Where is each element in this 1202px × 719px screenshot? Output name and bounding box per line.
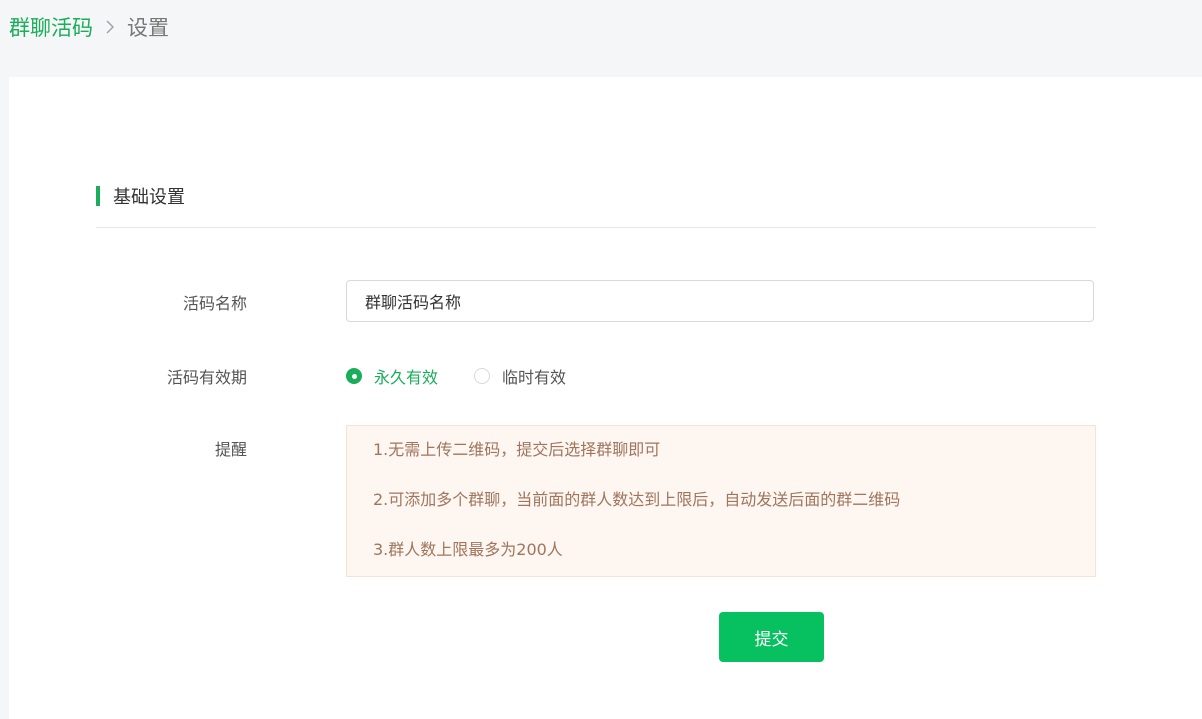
- radio-temporary-label: 临时有效: [502, 368, 567, 387]
- validity-radio-group: 永久有效 临时有效: [346, 364, 602, 388]
- breadcrumb: 群聊活码 设置: [9, 12, 169, 42]
- radio-checked-icon[interactable]: [346, 368, 362, 384]
- radio-permanent[interactable]: 永久有效: [346, 364, 438, 388]
- section-accent-bar: [96, 186, 100, 206]
- tip-item: 3.群人数上限最多为200人: [373, 540, 563, 559]
- validity-label: 活码有效期: [166, 368, 247, 387]
- code-name-input[interactable]: [346, 280, 1094, 322]
- tip-item: 2.可添加多个群聊，当前面的群人数达到上限后，自动发送后面的群二维码: [373, 490, 901, 509]
- section-divider: [96, 227, 1096, 228]
- tips-box: 1.无需上传二维码，提交后选择群聊即可 2.可添加多个群聊，当前面的群人数达到上…: [346, 425, 1096, 577]
- breadcrumb-current: 设置: [127, 16, 169, 40]
- breadcrumb-link-group-code[interactable]: 群聊活码: [9, 12, 93, 42]
- submit-button[interactable]: 提交: [719, 612, 824, 662]
- section-header: 基础设置: [96, 185, 185, 208]
- radio-temporary[interactable]: 临时有效: [474, 364, 566, 388]
- name-label: 活码名称: [182, 294, 247, 313]
- radio-unchecked-icon[interactable]: [474, 368, 491, 384]
- tip-item: 1.无需上传二维码，提交后选择群聊即可: [373, 440, 661, 459]
- chevron-right-icon: [105, 19, 115, 35]
- tips-label: 提醒: [214, 440, 247, 459]
- radio-permanent-label: 永久有效: [374, 368, 439, 387]
- settings-card: 基础设置 活码名称 活码有效期 永久有效 临时有效 提醒 1.无需上传二维码，提…: [9, 77, 1202, 719]
- section-title: 基础设置: [113, 187, 185, 208]
